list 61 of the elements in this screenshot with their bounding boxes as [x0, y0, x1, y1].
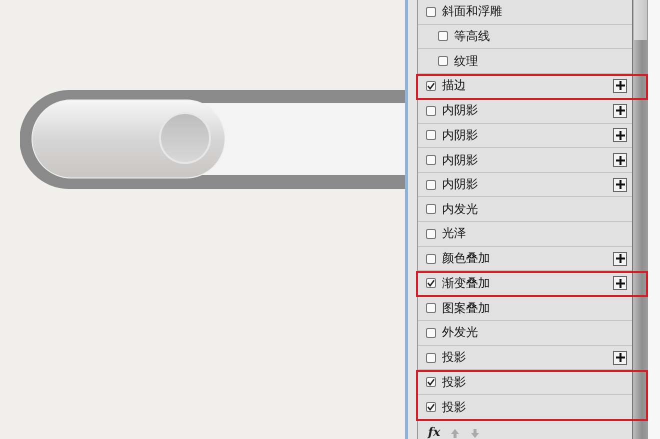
scrollbar[interactable]	[632, 0, 648, 439]
style-row[interactable]: 图案叠加	[418, 296, 632, 322]
checkbox[interactable]	[426, 6, 436, 17]
style-label[interactable]: 投影	[442, 398, 627, 416]
style-label[interactable]: 斜面和浮雕	[442, 3, 627, 20]
style-label[interactable]: 投影	[442, 349, 607, 366]
add-button[interactable]	[613, 153, 627, 168]
checkbox[interactable]	[438, 56, 448, 66]
style-label[interactable]: 等高线	[454, 28, 627, 45]
style-label[interactable]: 外发光	[442, 324, 627, 342]
style-label[interactable]: 内发光	[442, 200, 627, 218]
checkbox[interactable]	[426, 328, 436, 338]
add-button[interactable]	[613, 78, 627, 93]
style-row[interactable]: 纹理	[418, 49, 632, 74]
add-button[interactable]	[613, 350, 627, 364]
checkbox[interactable]	[426, 130, 436, 140]
checkbox[interactable]	[426, 352, 436, 362]
style-row[interactable]: 投影	[418, 370, 632, 396]
add-button[interactable]	[613, 276, 627, 290]
style-row[interactable]: 外发光	[418, 321, 632, 346]
checkbox[interactable]	[426, 106, 436, 116]
checkbox[interactable]	[426, 303, 436, 314]
checkbox[interactable]	[426, 228, 436, 239]
style-label[interactable]: 投影	[442, 374, 627, 391]
checkbox[interactable]	[426, 278, 436, 288]
style-row[interactable]: 描边	[418, 74, 632, 99]
style-label[interactable]: 描边	[442, 77, 607, 94]
style-label[interactable]: 图案叠加	[442, 300, 627, 317]
fx-label[interactable]: fx	[428, 425, 440, 439]
checkbox[interactable]	[426, 155, 436, 166]
add-button[interactable]	[613, 104, 627, 118]
style-row[interactable]: 投影	[418, 346, 632, 370]
style-label[interactable]: 纹理	[454, 52, 627, 70]
add-button[interactable]	[613, 252, 627, 266]
style-label[interactable]: 内阴影	[442, 176, 607, 194]
checkbox[interactable]	[426, 254, 436, 264]
style-label[interactable]: 渐变叠加	[442, 274, 607, 292]
style-label[interactable]: 内阴影	[442, 102, 607, 120]
checkbox[interactable]	[426, 402, 436, 412]
style-label[interactable]: 内阴影	[442, 152, 607, 169]
style-row[interactable]: 内阴影	[418, 148, 632, 173]
style-row[interactable]: 等高线	[418, 24, 632, 50]
style-label[interactable]: 颜色叠加	[442, 250, 607, 268]
checkbox[interactable]	[438, 31, 448, 42]
style-row[interactable]: 内阴影	[418, 124, 632, 148]
checkbox[interactable]	[426, 204, 436, 214]
style-row[interactable]: 光泽	[418, 222, 632, 247]
style-label[interactable]: 内阴影	[442, 126, 607, 144]
add-button[interactable]	[613, 178, 627, 192]
checkbox[interactable]	[426, 80, 436, 91]
checkbox[interactable]	[426, 180, 436, 190]
checkbox[interactable]	[426, 377, 436, 388]
style-row[interactable]: 斜面和浮雕	[418, 0, 632, 25]
scroll-thumb[interactable]	[634, 0, 647, 40]
style-row[interactable]: 渐变叠加	[418, 271, 632, 296]
style-row[interactable]: 颜色叠加	[418, 246, 632, 272]
style-row[interactable]: 内阴影	[418, 172, 632, 198]
style-label[interactable]: 光泽	[442, 225, 627, 242]
add-button[interactable]	[613, 128, 627, 142]
style-row[interactable]: 内发光	[418, 197, 632, 222]
style-row[interactable]: 内阴影	[418, 98, 632, 124]
